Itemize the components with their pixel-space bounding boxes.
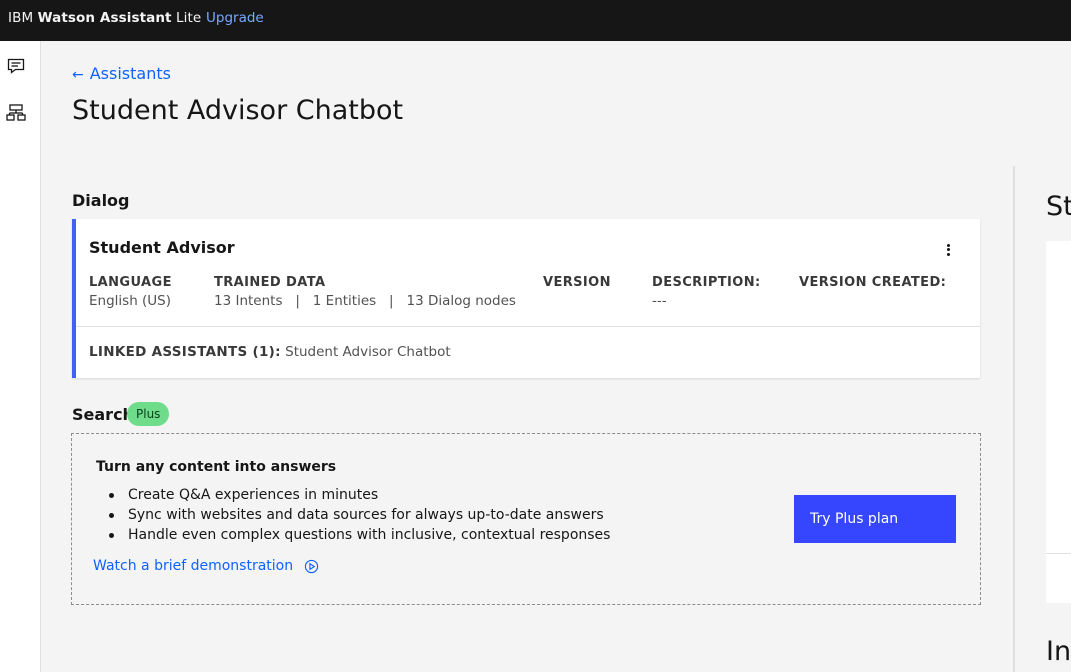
linked-assistants-heading: LINKED ASSISTANTS (1): (89, 344, 281, 360)
watch-demo-label: Watch a brief demonstration (93, 558, 294, 574)
meta-heading: TRAINED DATA (214, 275, 326, 290)
meta-version-created: VERSION CREATED: (799, 275, 946, 293)
plus-badge: Plus (127, 402, 170, 426)
meta-trained-data: TRAINED DATA 13 Intents | 1 Entities | 1… (214, 275, 516, 309)
right-panel-card (1046, 241, 1071, 603)
meta-version: VERSION (543, 275, 611, 293)
search-upsell-panel: Turn any content into answers Create Q&A… (71, 433, 981, 605)
search-section-label: Search (72, 405, 134, 424)
right-card-divider (1046, 553, 1071, 554)
search-feature-list: Create Q&A experiences in minutes Sync w… (108, 485, 611, 545)
linked-assistants-value: Student Advisor Chatbot (285, 344, 451, 360)
chat-icon[interactable] (6, 56, 26, 76)
right-panel-title: St (1046, 191, 1071, 222)
product-brand[interactable]: IBM Watson Assistant Lite (8, 10, 201, 26)
try-plus-plan-button[interactable]: Try Plus plan (794, 495, 956, 543)
right-panel-section-title: In (1046, 636, 1071, 667)
brand-prefix: IBM (8, 10, 34, 26)
meta-heading: VERSION CREATED: (799, 275, 947, 290)
meta-value: 13 Intents | 1 Entities | 13 Dialog node… (214, 293, 516, 309)
meta-value: English (US) (89, 293, 172, 309)
card-divider (76, 326, 980, 327)
list-item: Sync with websites and data sources for … (108, 505, 610, 525)
page-title: Student Advisor Chatbot (72, 95, 404, 126)
brand-name: Watson Assistant (37, 10, 172, 26)
back-to-assistants-link[interactable]: ← Assistants (72, 64, 171, 83)
list-item: Handle even complex questions with inclu… (108, 527, 611, 543)
search-panel-title: Turn any content into answers (96, 459, 337, 475)
arrow-left-icon: ← (72, 67, 84, 83)
meta-description: DESCRIPTION: --- (652, 275, 761, 309)
meta-value: --- (652, 293, 667, 309)
dialog-skill-card[interactable]: Student Advisor LANGUAGE English (US) TR… (72, 219, 980, 378)
top-header: IBM Watson Assistant Lite Upgrade (0, 0, 1071, 41)
meta-heading: LANGUAGE (89, 275, 172, 290)
panel-divider (1013, 166, 1015, 672)
dialog-card-title: Student Advisor (89, 238, 235, 257)
tree-structure-icon[interactable] (6, 103, 26, 123)
back-link-label: Assistants (89, 64, 171, 83)
dialog-section-label: Dialog (72, 191, 130, 210)
list-item: Create Q&A experiences in minutes (108, 485, 610, 505)
watch-demo-link[interactable]: Watch a brief demonstration (93, 558, 319, 574)
meta-heading: VERSION (543, 275, 611, 290)
play-circle-icon (304, 559, 318, 573)
upgrade-link[interactable]: Upgrade (206, 10, 264, 26)
brand-suffix: Lite (176, 10, 202, 26)
left-nav-rail (0, 41, 41, 672)
meta-language: LANGUAGE English (US) (89, 275, 172, 309)
overflow-menu-icon[interactable] (940, 242, 956, 260)
meta-heading: DESCRIPTION: (652, 275, 761, 290)
linked-assistants: LINKED ASSISTANTS (1): Student Advisor C… (89, 344, 451, 360)
